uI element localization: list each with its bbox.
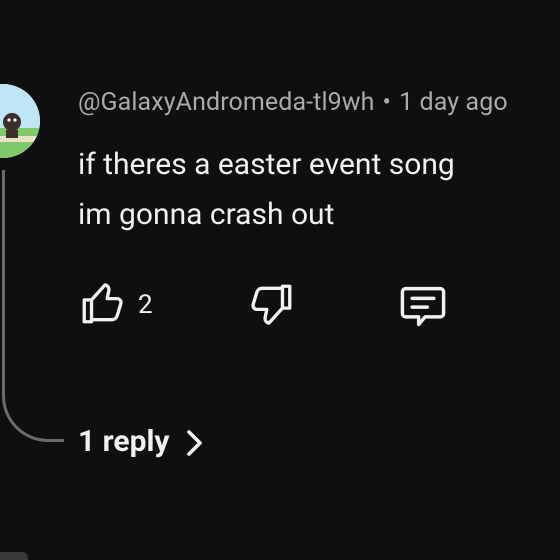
- view-replies-button[interactable]: 1 reply: [78, 424, 204, 459]
- comment-line: if theres a easter event song: [78, 147, 455, 182]
- comment-line: im gonna crash out: [78, 197, 335, 232]
- next-comment-avatar-edge: [0, 552, 28, 560]
- comment-icon: [400, 286, 446, 327]
- replies-count-label: 1 reply: [78, 424, 170, 459]
- like-button[interactable]: 2: [78, 278, 153, 328]
- thumbs-down-icon: [251, 284, 292, 325]
- comment-text: if theres a easter event song im gonna c…: [78, 140, 548, 240]
- dislike-button[interactable]: [246, 280, 296, 330]
- like-count: 2: [138, 290, 153, 320]
- comment-thread: @GalaxyAndromeda-tl9wh • 1 day ago if ther…: [0, 0, 560, 560]
- reply-button[interactable]: [397, 280, 449, 332]
- comment-header: @GalaxyAndromeda-tl9wh • 1 day ago: [78, 88, 508, 117]
- avatar[interactable]: [0, 84, 40, 158]
- chevron-right-icon: [186, 429, 202, 456]
- comment-timestamp[interactable]: 1 day ago: [399, 88, 508, 117]
- thread-connector-line: [2, 170, 64, 442]
- avatar-image: [0, 84, 40, 158]
- meta-separator: •: [382, 88, 392, 117]
- author-handle[interactable]: @GalaxyAndromeda-tl9wh: [78, 88, 375, 117]
- thumbs-up-icon: [82, 283, 123, 324]
